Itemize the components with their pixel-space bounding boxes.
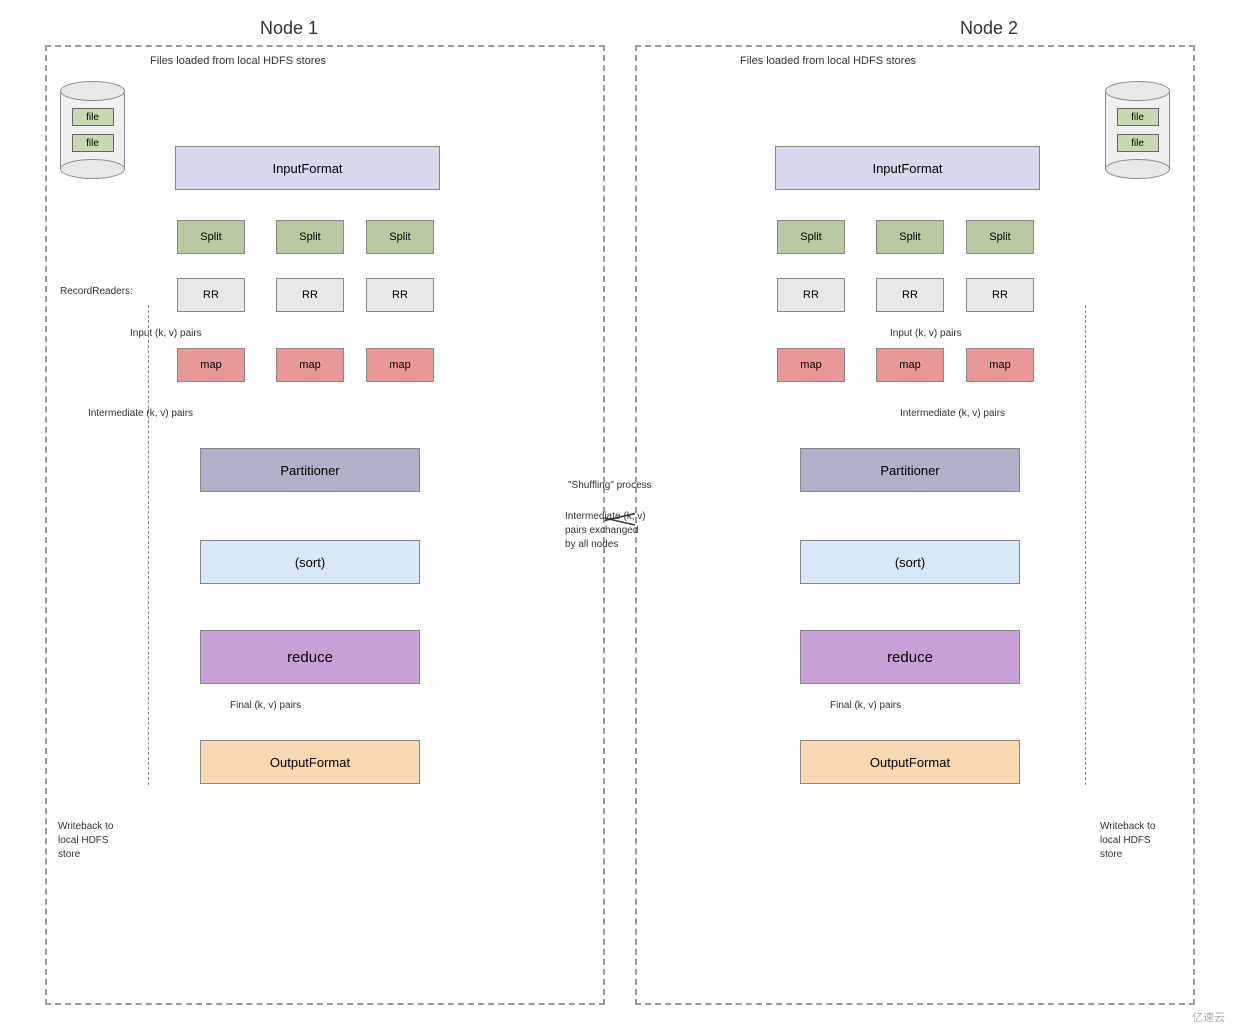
- node1-rr1: RR: [177, 278, 245, 312]
- node1-dashed-line: [148, 305, 149, 785]
- node2-outputformat: OutputFormat: [800, 740, 1020, 784]
- node2-rr3: RR: [966, 278, 1034, 312]
- node1-title: Node 1: [260, 18, 318, 39]
- node1-input-kv: Input (k, v) pairs: [130, 328, 202, 339]
- node1-rr-label: RecordReaders:: [60, 286, 133, 297]
- node1-file2: file: [72, 134, 114, 152]
- node1-split1: Split: [177, 220, 245, 254]
- node2-hdfs-cylinder: file file: [1105, 90, 1170, 170]
- node2-partitioner: Partitioner: [800, 448, 1020, 492]
- node1-split3: Split: [366, 220, 434, 254]
- node1-sort: (sort): [200, 540, 420, 584]
- node1-writeback: Writeback to local HDFS store: [58, 820, 113, 862]
- node2-split3: Split: [966, 220, 1034, 254]
- node1-reduce: reduce: [200, 630, 420, 684]
- node2-inputformat: InputFormat: [775, 146, 1040, 190]
- node2-rr2: RR: [876, 278, 944, 312]
- node2-writeback: Writeback to local HDFS store: [1100, 820, 1155, 862]
- node1-final-kv: Final (k, v) pairs: [230, 700, 301, 711]
- node1-map2: map: [276, 348, 344, 382]
- node2-intermediate-kv: Intermediate (k, v) pairs: [900, 408, 1005, 419]
- node1-file1: file: [72, 108, 114, 126]
- node1-intermediate-kv: Intermediate (k, v) pairs: [88, 408, 193, 419]
- node2-map3: map: [966, 348, 1034, 382]
- node2-split1: Split: [777, 220, 845, 254]
- node1-split2: Split: [276, 220, 344, 254]
- node2-rr1: RR: [777, 278, 845, 312]
- node1-partitioner: Partitioner: [200, 448, 420, 492]
- node2-file1: file: [1117, 108, 1159, 126]
- node1-hdfs-label: Files loaded from local HDFS stores: [150, 55, 326, 67]
- node1-rr2: RR: [276, 278, 344, 312]
- watermark: 亿速云: [1192, 1009, 1225, 1025]
- node2-sort: (sort): [800, 540, 1020, 584]
- node2-map2: map: [876, 348, 944, 382]
- node2-input-kv: Input (k, v) pairs: [890, 328, 962, 339]
- node2-reduce: reduce: [800, 630, 1020, 684]
- node2-dashed-line: [1085, 305, 1086, 785]
- node1-map1: map: [177, 348, 245, 382]
- node1-inputformat: InputFormat: [175, 146, 440, 190]
- node2-hdfs-label: Files loaded from local HDFS stores: [740, 55, 916, 67]
- node2-title: Node 2: [960, 18, 1018, 39]
- node1-rr3: RR: [366, 278, 434, 312]
- node1-outputformat: OutputFormat: [200, 740, 420, 784]
- shuffling-label: "Shuffling" process: [568, 480, 652, 491]
- node2-file2: file: [1117, 134, 1159, 152]
- shuffling-sub-label: Intermediate (k, v) pairs exchanged by a…: [565, 510, 646, 552]
- node2-final-kv: Final (k, v) pairs: [830, 700, 901, 711]
- node1-hdfs-cylinder: file file: [60, 90, 125, 170]
- node2-map1: map: [777, 348, 845, 382]
- node1-map3: map: [366, 348, 434, 382]
- node2-split2: Split: [876, 220, 944, 254]
